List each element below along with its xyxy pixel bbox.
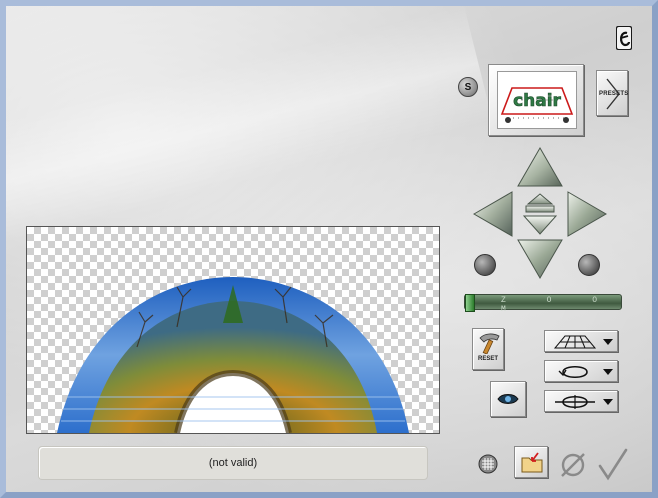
arrow-down-icon[interactable]: [516, 238, 564, 280]
rotate-loop-icon: [558, 365, 588, 379]
status-text: (not valid): [208, 457, 258, 469]
flip-dropdown[interactable]: [544, 390, 618, 412]
flip-loop-icon: [555, 395, 595, 409]
arrow-left-icon[interactable]: [472, 190, 514, 238]
warped-image: [57, 277, 409, 433]
status-bar: (not valid): [38, 446, 428, 480]
e-logo-icon: [616, 26, 632, 50]
reset-button[interactable]: RESET: [472, 328, 504, 370]
presets-label: PRESETS: [599, 91, 629, 97]
grid-icon[interactable]: [478, 454, 498, 474]
arrow-up-icon[interactable]: [516, 146, 564, 188]
arrow-right-icon[interactable]: [566, 190, 608, 238]
rotate-cw-icon[interactable]: [578, 254, 600, 276]
preset-preview-button[interactable]: chair: [488, 64, 584, 136]
eye-icon: [497, 394, 519, 404]
center-eject-icon[interactable]: [520, 192, 560, 236]
preset-preview-graphic: chair: [498, 72, 576, 128]
eye-button[interactable]: [490, 381, 526, 417]
preset-preview-image: chair: [497, 71, 577, 129]
perspective-dropdown[interactable]: [544, 330, 618, 352]
folder-import-icon: [521, 452, 543, 473]
zoom-slider-handle[interactable]: [465, 294, 475, 312]
perspective-grid-icon: [553, 335, 597, 349]
reset-label: RESET: [478, 356, 499, 362]
chevron-down-icon: [603, 399, 613, 405]
hammer-icon: [479, 333, 500, 354]
chevron-down-icon: [603, 339, 613, 345]
zoom-slider[interactable]: Z O O M: [464, 294, 622, 314]
zoom-label: Z O O M: [501, 296, 616, 314]
rotate-ccw-icon[interactable]: [474, 254, 496, 276]
presets-button[interactable]: PRESETS: [596, 70, 628, 116]
plugin-panel: S chair PRESETS Z O O M RESET (not valid…: [6, 6, 652, 492]
checkmark-icon[interactable]: [596, 448, 630, 482]
s-button[interactable]: S: [458, 77, 478, 97]
s-button-label: S: [464, 81, 472, 93]
preset-preview-text: chair: [513, 91, 561, 111]
preview-canvas[interactable]: [26, 226, 440, 434]
rotate-dropdown[interactable]: [544, 360, 618, 382]
chevron-down-icon: [603, 369, 613, 375]
load-image-button[interactable]: [514, 446, 548, 478]
cancel-icon[interactable]: [558, 450, 588, 480]
background-streak: [6, 6, 493, 248]
